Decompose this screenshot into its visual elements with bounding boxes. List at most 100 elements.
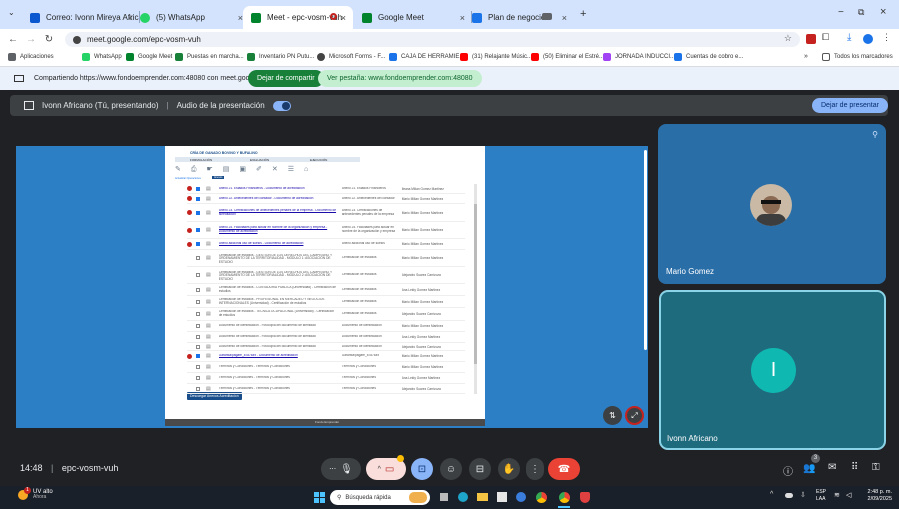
more-options-button[interactable]: ⋮ (526, 458, 544, 480)
chrome-icon[interactable] (536, 492, 547, 503)
table-row[interactable]: ▤ Anexo 22. Antecedentes del contador - D… (187, 194, 465, 204)
document-icon[interactable]: ▤ (206, 255, 211, 261)
tab-google-meet[interactable]: Google Meet × (354, 6, 472, 29)
bookmark-item[interactable]: Inventario PN Putu... (247, 53, 314, 61)
tray-overflow-icon[interactable]: ^ (770, 491, 773, 498)
document-icon[interactable]: ▤ (206, 272, 211, 278)
doc-toolbar-note[interactable]: Actualizar Operaciones (175, 177, 201, 180)
view-tab-button[interactable]: Ver pestaña: www.fondoemprender.com:4808… (318, 70, 482, 87)
row-checkbox[interactable] (196, 312, 200, 316)
audio-toggle[interactable] (272, 100, 291, 111)
tab-meet-active[interactable]: Meet - epc-vosm-vuh × (243, 6, 353, 29)
cloud-icon[interactable] (785, 493, 793, 498)
profile-avatar[interactable] (863, 34, 873, 44)
camera-toggle-button[interactable]: ^ ▭ (366, 455, 406, 480)
document-icon[interactable]: ▤ (206, 210, 211, 216)
document-icon[interactable]: ▤ (206, 375, 211, 381)
volume-icon[interactable]: ◁ (846, 491, 851, 499)
bookmark-item[interactable]: JORNADA INDUCCI... (603, 53, 675, 61)
more-bookmarks-icon[interactable]: » (804, 53, 808, 60)
back-icon[interactable]: ← (4, 34, 22, 45)
bookmark-item[interactable]: Cuentas de cobro e... (674, 53, 743, 61)
tab-plan-negocio[interactable]: Plan de negocio × (464, 6, 574, 29)
pointer-icon[interactable]: ☛ (206, 166, 222, 173)
row-checkbox[interactable] (196, 242, 200, 246)
row-title[interactable]: Anexo adicional uso de suelos - Document… (219, 242, 337, 246)
start-button[interactable] (314, 492, 325, 503)
row-title[interactable]: Anexo 23. Certificaciones de antecedente… (219, 209, 337, 216)
language-indicator[interactable]: ESP LAA (816, 489, 826, 502)
clock[interactable]: 2:48 p. m. 2/09/2025 (858, 489, 892, 503)
host-controls-icon[interactable]: ⚿ (872, 462, 880, 473)
menu-kebab-icon[interactable]: ⋮ (882, 32, 891, 43)
folder-icon[interactable]: ⌂ (304, 166, 318, 173)
row-title[interactable]: Anexo 22. Antecedentes del contador - Do… (219, 197, 337, 201)
table-row[interactable]: ▤ Documento de identificación - Fotocopia… (187, 321, 465, 332)
row-title[interactable]: Garantía/pagaré_8787849 - Documento de a… (219, 354, 337, 358)
row-checkbox[interactable] (196, 386, 200, 391)
weather-widget[interactable]: 1 UV alto Ahora (18, 487, 53, 500)
info-icon[interactable]: ⓘ (783, 463, 793, 478)
download-icon[interactable]: ⤓ (847, 32, 851, 43)
stop-presenting-button[interactable]: Dejar de presentar (812, 98, 888, 113)
document-icon[interactable]: ▤ (206, 323, 211, 329)
participant-tile-self[interactable]: I Ivonn Africano (659, 290, 886, 450)
present-button[interactable]: ⊡ (411, 458, 433, 480)
row-checkbox[interactable] (196, 228, 200, 232)
bookmark-star-icon[interactable]: ☆ (784, 33, 792, 44)
more-audio-options[interactable]: ⋯ 🎙 (321, 458, 361, 480)
restore-button[interactable]: ⧉ (858, 7, 864, 18)
stage-scrollbar[interactable] (644, 150, 647, 350)
edit-icon[interactable]: ✐ (256, 166, 272, 173)
close-icon[interactable]: × (562, 13, 567, 23)
tab-group-icon[interactable] (542, 13, 552, 20)
row-checkbox[interactable] (196, 299, 200, 304)
bookmark-item[interactable]: WhatsApp (82, 53, 122, 61)
pin-icon[interactable]: ⚲ (872, 130, 878, 139)
row-checkbox[interactable] (196, 376, 200, 380)
print-icon[interactable]: ⎙ (191, 166, 207, 173)
reload-icon[interactable]: ↻ (40, 34, 58, 45)
extension-icon[interactable] (806, 34, 816, 44)
row-checkbox[interactable] (196, 365, 200, 369)
forward-icon[interactable]: → (22, 34, 40, 45)
address-bar[interactable]: meet.google.com/epc-vosm-vuh ☆ (65, 32, 800, 47)
doc-list-scrollbar[interactable] (474, 184, 477, 394)
row-checkbox[interactable] (196, 210, 200, 215)
extensions-puzzle-icon[interactable]: ⧠ (822, 32, 829, 43)
close-icon[interactable]: ✕ (272, 166, 288, 173)
document-icon[interactable]: ▤ (206, 311, 211, 317)
edge-icon[interactable] (458, 492, 468, 502)
document-icon[interactable]: ▤ (206, 186, 211, 192)
bookmark-item[interactable]: CAJA DE HERRAMIE... (389, 53, 464, 61)
row-checkbox[interactable] (196, 273, 200, 277)
new-tab-button[interactable]: + (580, 8, 586, 20)
tab-whatsapp[interactable]: (5) WhatsApp × (132, 6, 250, 29)
taskbar-search[interactable]: ⚲ Búsqueda rápida (330, 490, 430, 505)
shield-icon[interactable] (580, 492, 590, 503)
table-row[interactable]: ▤ Anexo 24. Facultades para actuar en nom… (187, 222, 465, 239)
row-title[interactable]: Anexo 21. Estados Financieros - Document… (219, 187, 337, 191)
document-icon[interactable]: ▤ (206, 334, 211, 340)
document-icon[interactable]: ▤ (206, 241, 211, 247)
row-checkbox[interactable] (196, 354, 200, 358)
pin-button[interactable]: ⇅ (603, 406, 622, 425)
close-window-button[interactable]: × (880, 6, 886, 18)
bookmark-item[interactable]: (31) Relajante Músic... (460, 53, 532, 61)
bookmark-item[interactable]: Microsoft Forms - F... (317, 53, 385, 61)
row-checkbox[interactable] (196, 256, 200, 260)
tab-search-icon[interactable]: ⌄ (8, 8, 15, 17)
briefcase-icon[interactable]: ▣ (239, 166, 256, 173)
row-title[interactable]: Anexo 24. Facultades para actuar en nomb… (219, 226, 337, 233)
explorer-icon[interactable] (477, 493, 488, 501)
row-checkbox[interactable] (196, 335, 200, 339)
stop-sharing-button[interactable]: Dejar de compartir (248, 70, 324, 87)
doc-tab[interactable]: EJECUCIÓN (310, 158, 327, 162)
doc-tab[interactable]: FORMULACIÓN (190, 158, 212, 162)
document-icon[interactable]: ▤ (206, 386, 211, 392)
document-icon[interactable]: ▤ (206, 353, 211, 359)
pencil-icon[interactable]: ✎ (175, 166, 191, 173)
site-info-icon[interactable] (73, 35, 81, 44)
taskview-icon[interactable] (440, 493, 448, 501)
captions-button[interactable]: ⊟ (469, 458, 491, 480)
